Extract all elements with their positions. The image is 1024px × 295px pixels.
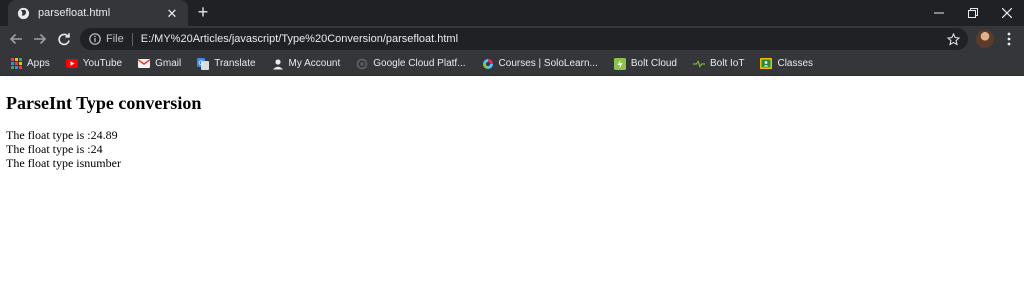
scheme-label: File: [106, 33, 124, 45]
output-line: The float type isnumber: [6, 156, 121, 170]
gmail-icon: [138, 58, 151, 70]
bookmark-label: YouTube: [82, 58, 123, 69]
kebab-menu-icon: [1007, 32, 1011, 46]
url-text[interactable]: E:/MY%20Articles/javascript/Type%20Conve…: [141, 33, 946, 45]
bookmark-translate[interactable]: G Translate: [195, 54, 261, 74]
bookmark-label: Bolt IoT: [710, 58, 745, 69]
bookmark-label: Gmail: [155, 58, 182, 69]
bookmark-label: Courses | SoloLearn...: [498, 58, 598, 69]
arrow-right-icon: [34, 33, 47, 45]
bookmarks-bar: Apps YouTube Gmail G Translate My Accoun…: [0, 52, 1024, 76]
info-icon[interactable]: [88, 33, 101, 46]
close-tab-icon[interactable]: ✕: [164, 5, 180, 21]
bookmark-sololearn[interactable]: Courses | SoloLearn...: [480, 54, 604, 74]
svg-text:G: G: [199, 60, 204, 67]
translate-icon: G: [197, 57, 210, 70]
youtube-icon: [65, 58, 78, 70]
active-tab[interactable]: parsefloat.html ✕: [8, 0, 188, 26]
account-icon: [272, 58, 284, 70]
bookmark-bolt-cloud[interactable]: Bolt Cloud: [612, 54, 683, 74]
apps-grid-icon: [10, 58, 22, 70]
forward-button[interactable]: [30, 29, 50, 49]
bookmark-apps[interactable]: Apps: [8, 54, 56, 74]
bookmark-label: Google Cloud Platf...: [373, 58, 466, 69]
back-button[interactable]: [6, 29, 26, 49]
omnibox-divider: [131, 32, 133, 46]
toolbar: File E:/MY%20Articles/javascript/Type%20…: [0, 26, 1024, 52]
minimize-button[interactable]: [922, 0, 956, 26]
bookmark-label: Classes: [777, 58, 814, 69]
bolt-cloud-icon: [613, 57, 626, 70]
reload-icon: [58, 33, 70, 46]
bookmark-label: Apps: [27, 58, 50, 69]
tab-title: parsefloat.html: [38, 7, 111, 19]
globe-icon: [16, 6, 30, 20]
classroom-icon: [760, 58, 773, 70]
bolt-iot-icon: [693, 58, 705, 70]
page-content: ParseInt Type conversion The float type …: [0, 77, 1024, 295]
output-line: The float type is :24: [6, 142, 103, 156]
bookmark-classes[interactable]: Classes: [758, 54, 819, 74]
restore-button[interactable]: [956, 0, 990, 26]
page-heading: ParseInt Type conversion: [6, 93, 202, 113]
cloud-icon: [356, 58, 368, 70]
star-icon[interactable]: [946, 32, 960, 46]
reload-button[interactable]: [54, 29, 74, 49]
bookmark-label: Translate: [214, 58, 256, 69]
address-bar[interactable]: File E:/MY%20Articles/javascript/Type%20…: [80, 28, 968, 50]
profile-avatar[interactable]: [976, 30, 994, 48]
tab-strip: parsefloat.html ✕ +: [0, 0, 1024, 26]
bookmark-bolt-iot[interactable]: Bolt IoT: [691, 54, 750, 74]
bookmark-my-account[interactable]: My Account: [270, 54, 347, 74]
arrow-left-icon: [9, 33, 22, 45]
new-tab-button[interactable]: +: [194, 3, 212, 22]
close-window-button[interactable]: [990, 0, 1024, 26]
bookmark-gmail[interactable]: Gmail: [136, 54, 187, 74]
menu-button[interactable]: [1002, 30, 1016, 48]
bookmark-label: Bolt Cloud: [630, 58, 677, 69]
bookmark-label: My Account: [288, 58, 341, 69]
bookmark-google-cloud[interactable]: Google Cloud Platf...: [354, 54, 471, 74]
bookmark-youtube[interactable]: YouTube: [64, 54, 128, 74]
output-line: The float type is :24.89: [6, 128, 118, 142]
sololearn-icon: [482, 58, 494, 70]
